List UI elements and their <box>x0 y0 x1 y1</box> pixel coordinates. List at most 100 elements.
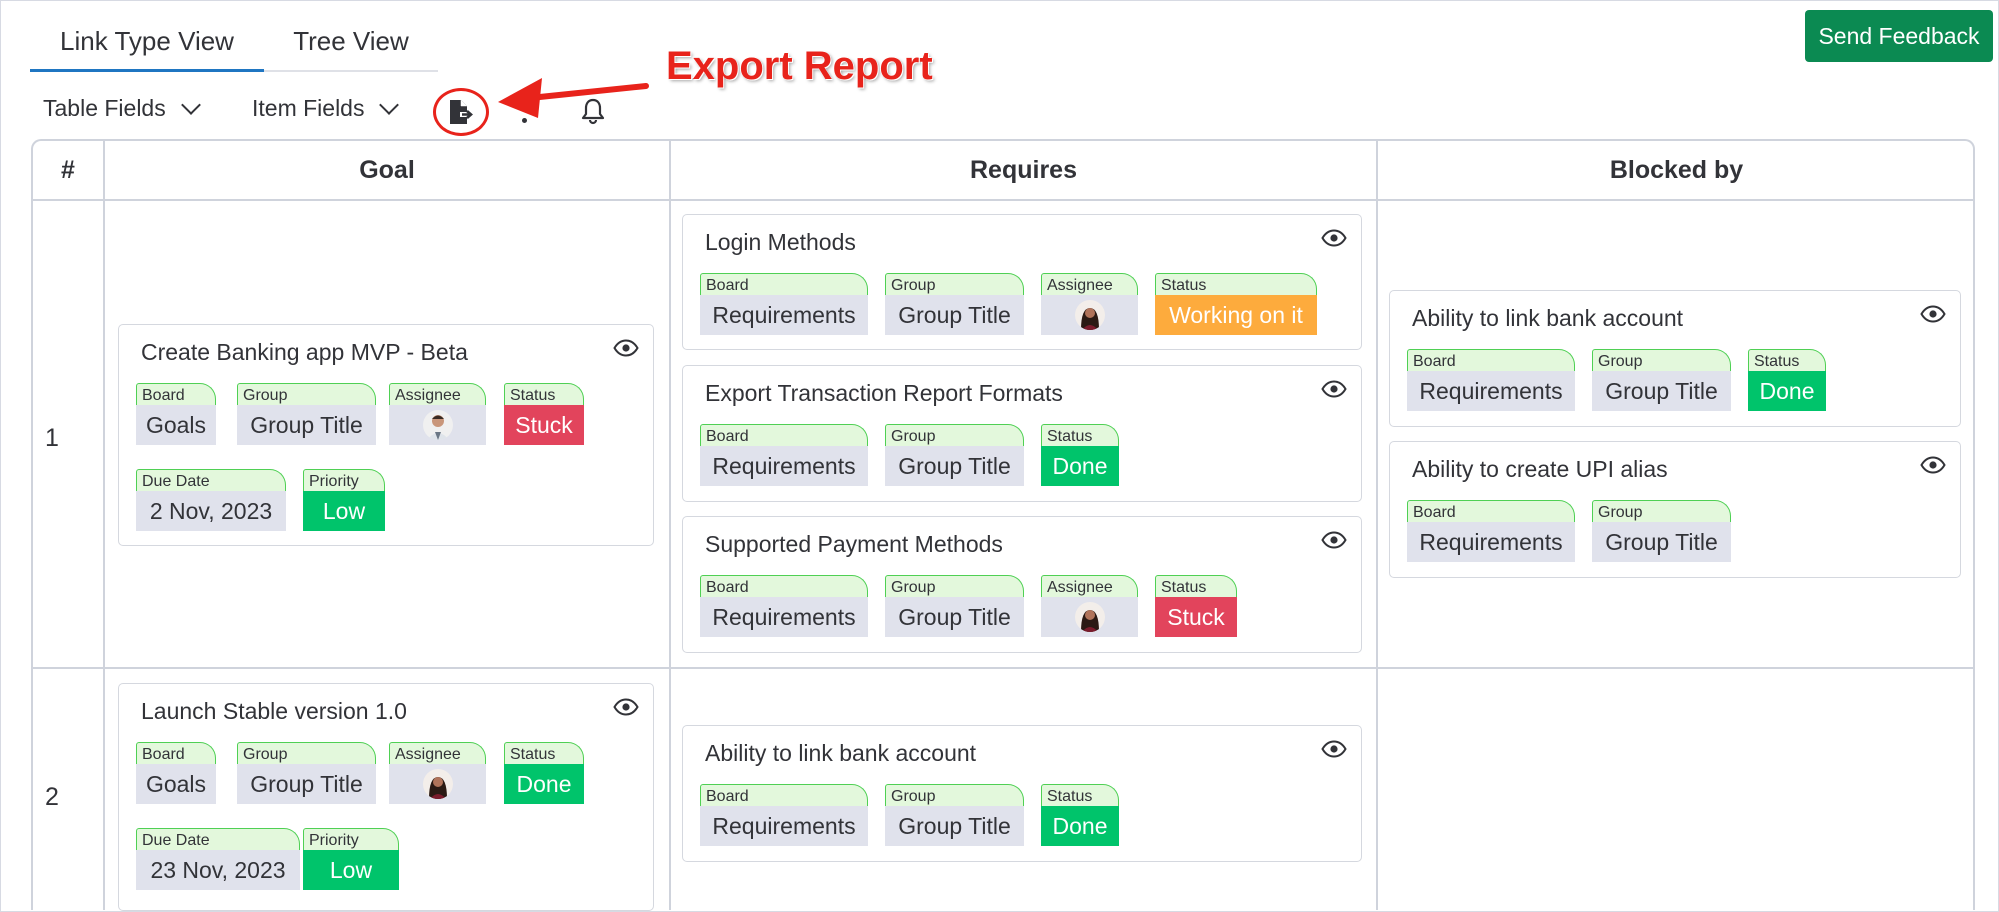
chevron-down-icon <box>180 94 201 115</box>
field-label: Board <box>700 784 868 806</box>
status-field[interactable]: Status Stuck <box>504 383 584 450</box>
board-field[interactable]: Board Requirements <box>700 784 868 851</box>
card-title: Ability to create UPI alias <box>1412 456 1668 482</box>
board-value: Goals <box>136 405 216 445</box>
field-label: Status <box>504 383 584 405</box>
goal-card[interactable]: Create Banking app MVP - Beta Board Goals G… <box>118 324 654 546</box>
assignee-value <box>1041 597 1138 637</box>
field-label: Group <box>1592 349 1731 371</box>
item-fields-dropdown[interactable]: Item Fields <box>252 94 400 122</box>
group-value: Group Title <box>237 764 376 804</box>
group-field[interactable]: Group Group Title <box>885 273 1024 340</box>
status-field[interactable]: Status Done <box>1748 349 1826 416</box>
board-value: Requirements <box>1407 371 1575 411</box>
status-field[interactable]: Status Done <box>1041 784 1119 851</box>
group-field[interactable]: Group Group Title <box>1592 500 1731 567</box>
board-field[interactable]: Board Goals <box>136 383 216 450</box>
card-title: Ability to link bank account <box>705 740 977 766</box>
tab-tree-view[interactable]: Tree View <box>264 10 438 70</box>
send-feedback-button[interactable]: Send Feedback <box>1805 10 1993 62</box>
requirement-card[interactable]: Export Transaction Report Formats Board Re… <box>682 365 1362 502</box>
status-value: Stuck <box>504 405 584 445</box>
group-field[interactable]: Group Group Title <box>885 575 1024 642</box>
board-field[interactable]: Board Requirements <box>700 273 868 340</box>
eye-icon[interactable] <box>613 339 639 362</box>
blocker-card[interactable]: Ability to create UPI alias Board Requirem… <box>1389 441 1961 578</box>
due-date-field[interactable]: Due Date 2 Nov, 2023 <box>136 469 286 536</box>
column-header-goal: Goal <box>359 156 415 184</box>
group-value: Group Title <box>1592 522 1731 562</box>
assignee-field[interactable]: Assignee <box>389 742 486 809</box>
eye-icon[interactable] <box>1920 305 1946 328</box>
board-field[interactable]: Board Goals <box>136 742 216 809</box>
annotation-arrow-icon <box>498 78 649 118</box>
field-label: Group <box>885 575 1024 597</box>
row-number: 1 <box>45 424 59 452</box>
group-value: Group Title <box>885 806 1024 846</box>
group-value: Group Title <box>885 597 1024 637</box>
requirement-card[interactable]: Login Methods Board Requirements Group Group… <box>682 214 1362 350</box>
requirement-card[interactable]: Supported Payment Methods Board Requiremen… <box>682 516 1362 653</box>
board-field[interactable]: Board Requirements <box>1407 349 1575 416</box>
eye-icon[interactable] <box>1321 531 1347 554</box>
field-label: Status <box>504 742 584 764</box>
field-label: Assignee <box>389 383 486 405</box>
field-label: Assignee <box>1041 575 1138 597</box>
board-field[interactable]: Board Requirements <box>700 424 868 491</box>
due-date-field[interactable]: Due Date 23 Nov, 2023 <box>136 828 300 895</box>
group-value: Group Title <box>885 295 1024 335</box>
item-fields-label: Item Fields <box>252 95 365 121</box>
card-title: Ability to link bank account <box>1412 305 1684 331</box>
field-label: Due Date <box>136 828 300 850</box>
assignee-value <box>1041 295 1138 335</box>
assignee-field[interactable]: Assignee <box>1041 575 1138 642</box>
field-label: Group <box>237 383 376 405</box>
group-field[interactable]: Group Group Title <box>1592 349 1731 416</box>
row-divider <box>33 667 1973 669</box>
table-fields-dropdown[interactable]: Table Fields <box>43 94 201 122</box>
field-label: Group <box>1592 500 1731 522</box>
group-field[interactable]: Group Group Title <box>237 742 376 809</box>
eye-icon[interactable] <box>1321 380 1347 403</box>
eye-icon[interactable] <box>1920 456 1946 479</box>
status-field[interactable]: Status Stuck <box>1155 575 1237 642</box>
priority-value: Low <box>303 491 385 531</box>
column-divider <box>1376 141 1378 910</box>
requirement-card[interactable]: Ability to link bank account Board Require… <box>682 725 1362 862</box>
card-title: Launch Stable version 1.0 <box>141 698 407 724</box>
status-value: Done <box>504 764 584 804</box>
eye-icon[interactable] <box>1321 740 1347 763</box>
board-value: Requirements <box>700 295 868 335</box>
status-value: Done <box>1041 446 1119 486</box>
view-tabs: Link Type View Tree View <box>30 10 438 72</box>
status-field[interactable]: Status Working on it <box>1155 273 1317 340</box>
board-field[interactable]: Board Requirements <box>1407 500 1575 567</box>
assignee-field[interactable]: Assignee <box>389 383 486 450</box>
status-field[interactable]: Status Done <box>504 742 584 809</box>
eye-icon[interactable] <box>613 698 639 721</box>
row-number: 2 <box>45 783 59 811</box>
priority-field[interactable]: Priority Low <box>303 469 385 536</box>
field-label: Group <box>885 424 1024 446</box>
field-label: Board <box>700 273 868 295</box>
blocker-card[interactable]: Ability to link bank account Board Require… <box>1389 290 1961 427</box>
assignee-field[interactable]: Assignee <box>1041 273 1138 340</box>
export-report-button[interactable] <box>433 88 489 136</box>
group-field[interactable]: Group Group Title <box>237 383 376 450</box>
eye-icon[interactable] <box>1321 229 1347 252</box>
tab-link-type-view[interactable]: Link Type View <box>30 10 264 72</box>
field-label: Assignee <box>1041 273 1138 295</box>
group-field[interactable]: Group Group Title <box>885 424 1024 491</box>
board-field[interactable]: Board Requirements <box>700 575 868 642</box>
priority-field[interactable]: Priority Low <box>303 828 399 895</box>
priority-value: Low <box>303 850 399 890</box>
field-label: Status <box>1041 424 1119 446</box>
field-label: Priority <box>303 828 399 850</box>
group-field[interactable]: Group Group Title <box>885 784 1024 851</box>
avatar <box>422 769 453 799</box>
field-label: Board <box>1407 500 1575 522</box>
field-label: Due Date <box>136 469 286 491</box>
status-field[interactable]: Status Done <box>1041 424 1119 491</box>
field-label: Priority <box>303 469 385 491</box>
goal-card[interactable]: Launch Stable version 1.0 Board Goals Group… <box>118 683 654 911</box>
